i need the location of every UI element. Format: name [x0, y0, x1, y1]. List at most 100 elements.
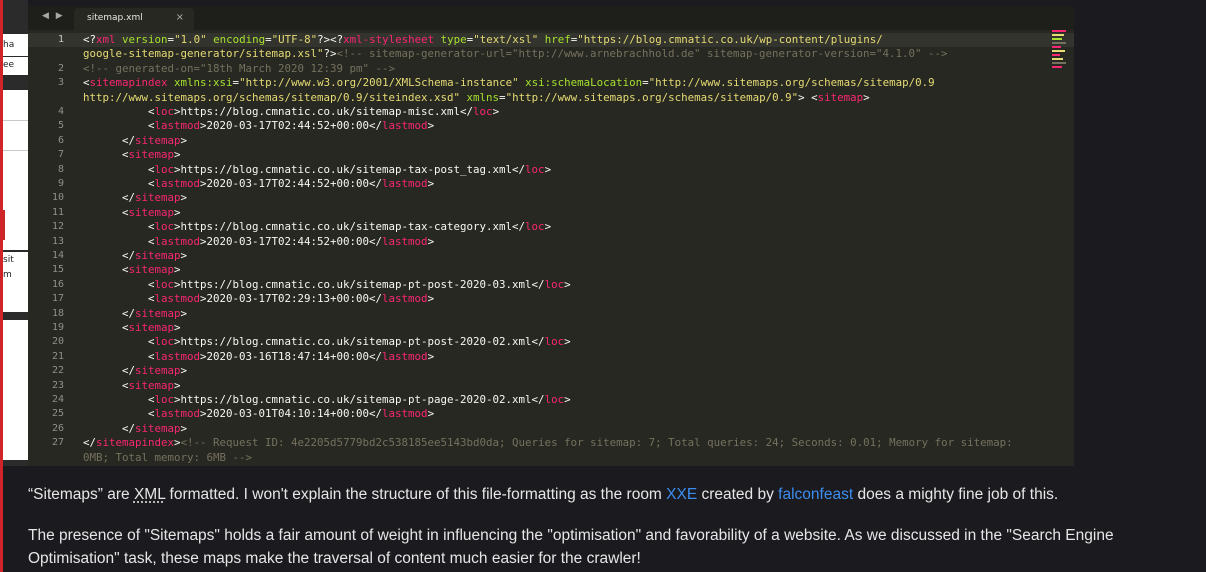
code-token: "https://blog.cmnatic.co.uk/wp-content/p…	[577, 33, 883, 46]
code-line: </sitemap>	[83, 364, 187, 378]
code-token: >https://blog.cmnatic.co.uk/sitemap-pt-p…	[174, 277, 545, 291]
paragraph-text: formatted. I won't explain the structure…	[165, 486, 667, 503]
line-number: 22	[51, 365, 64, 377]
code-token: lastmod	[154, 177, 201, 190]
tab-nav-arrows-icon[interactable]: ◀ ▶	[42, 11, 65, 21]
code-token: >	[180, 306, 188, 320]
code-line: <sitemap>	[83, 321, 181, 335]
code-token: </	[83, 364, 136, 378]
code-token: lastmod	[154, 349, 201, 363]
paragraph-text: “Sitemaps” are	[28, 486, 134, 503]
line-number: 13	[51, 235, 64, 247]
line-number: 3	[57, 77, 64, 89]
code-line: <sitemapindex xmlns:xsi="http://www.w3.o…	[83, 76, 935, 90]
code-line: <loc>https://blog.cmnatic.co.uk/sitemap-…	[83, 105, 499, 119]
code-token: >2020-03-17T02:44:52+00:00</	[200, 177, 383, 190]
code-token: >	[174, 378, 181, 392]
code-token: <	[83, 162, 155, 176]
code-token: sitemapindex	[96, 436, 175, 450]
code-area[interactable]: 1 <?xml version="1.0" encoding="UTF-8"?><…	[28, 30, 1074, 466]
code-line: <loc>https://blog.cmnatic.co.uk/sitemap-…	[83, 335, 571, 349]
code-token: <	[83, 321, 129, 334]
code-token: >	[427, 119, 435, 133]
code-token: <	[83, 349, 155, 363]
code-token: <!-- generated-on="18th March 2020 12:39…	[83, 61, 396, 75]
code-token: sitemap	[135, 249, 181, 262]
code-token: <!-- sitemap-generator-url="http://www.a…	[336, 47, 948, 61]
code-line: <lastmod>2020-03-01T04:10:14+00:00</last…	[83, 407, 434, 421]
line-number: 20	[51, 336, 64, 348]
code-line: <!-- generated-on="18th March 2020 12:39…	[83, 62, 395, 76]
code-token: <	[83, 393, 155, 406]
code-token: >https://blog.cmnatic.co.uk/sitemap-tax-…	[174, 162, 526, 176]
code-token: <	[83, 119, 155, 133]
code-token: type	[434, 33, 467, 46]
code-token: xsi:schemaLocation	[518, 76, 643, 90]
line-number: 15	[51, 264, 64, 276]
code-line: </sitemap>	[83, 249, 187, 263]
code-token: "UTF-8"	[271, 33, 318, 46]
author-link[interactable]: falconfeast	[778, 486, 853, 503]
fragment-panel: sit m	[3, 252, 28, 312]
xxe-room-link[interactable]: XXE	[666, 486, 697, 503]
line-number: 19	[51, 322, 64, 333]
code-token: sitemap	[135, 421, 181, 435]
code-token: loc	[544, 335, 565, 349]
code-token: lastmod	[382, 407, 428, 421]
code-token: xml-stylesheet	[343, 33, 435, 46]
code-line: <loc>https://blog.cmnatic.co.uk/sitemap-…	[83, 278, 571, 292]
line-number: 11	[51, 206, 64, 218]
code-token: http://www.sitemaps.org/schemas/sitemap/…	[83, 90, 461, 104]
code-line: </sitemap>	[83, 191, 187, 205]
code-token: <	[83, 292, 155, 306]
divider	[3, 120, 28, 121]
code-line: <sitemap>	[83, 206, 181, 220]
line-number: 9	[57, 178, 64, 189]
code-token: >	[427, 407, 435, 421]
line-number: 2	[57, 62, 64, 74]
code-token: sitemap	[135, 364, 181, 378]
code-token: >https://blog.cmnatic.co.uk/sitemap-pt-p…	[174, 335, 545, 349]
code-token: >	[180, 364, 188, 378]
code-token: lastmod	[382, 119, 428, 133]
fragment-panel: ha	[3, 34, 28, 56]
code-token: </	[83, 436, 97, 450]
code-token: >	[427, 177, 435, 190]
fragment-text: ha	[3, 40, 15, 50]
line-number: 8	[57, 163, 64, 175]
code-token: >	[174, 263, 181, 277]
line-number: 23	[51, 379, 64, 391]
code-token: "text/xsl"	[473, 33, 539, 46]
code-token: sitemap	[128, 321, 175, 334]
tab-sitemap-xml[interactable]: sitemap.xml ×	[74, 8, 194, 30]
fragment-marker	[3, 210, 5, 240]
minimap[interactable]	[1052, 30, 1068, 80]
code-token: xml	[96, 33, 116, 46]
code-token: <	[83, 105, 155, 118]
code-token: href	[538, 33, 571, 46]
code-token: "http://www.w3.org/2001/XMLSchema-instan…	[239, 76, 519, 90]
code-token: loc	[544, 393, 565, 406]
code-line: <?xml version="1.0" encoding="UTF-8"?><?…	[83, 33, 883, 47]
code-token: version	[115, 33, 168, 46]
line-number: 10	[51, 192, 64, 204]
code-line: google-sitemap-generator/sitemap.xsl"?><…	[83, 47, 948, 61]
code-token: >	[427, 292, 435, 306]
code-token: >https://blog.cmnatic.co.uk/sitemap-tax-…	[174, 220, 526, 234]
code-token: loc	[525, 220, 545, 234]
close-icon[interactable]: ×	[176, 12, 184, 23]
code-line: </sitemap>	[83, 134, 187, 148]
code-token: >	[564, 335, 571, 349]
code-token: sitemap	[128, 205, 175, 219]
line-number: 7	[57, 149, 64, 161]
tab-title: sitemap.xml	[87, 13, 143, 23]
paragraph-text: created by	[697, 486, 779, 503]
code-token: >	[863, 90, 870, 104]
paragraph-text: does a mighty fine job of this.	[853, 486, 1059, 503]
code-token: google-sitemap-generator/sitemap.xsl"	[83, 47, 324, 61]
code-token: loc	[154, 220, 175, 234]
code-token: >	[174, 321, 181, 334]
code-token: >2020-03-01T04:10:14+00:00</	[200, 407, 383, 421]
line-number: 17	[51, 293, 64, 305]
code-token: lastmod	[154, 292, 201, 306]
